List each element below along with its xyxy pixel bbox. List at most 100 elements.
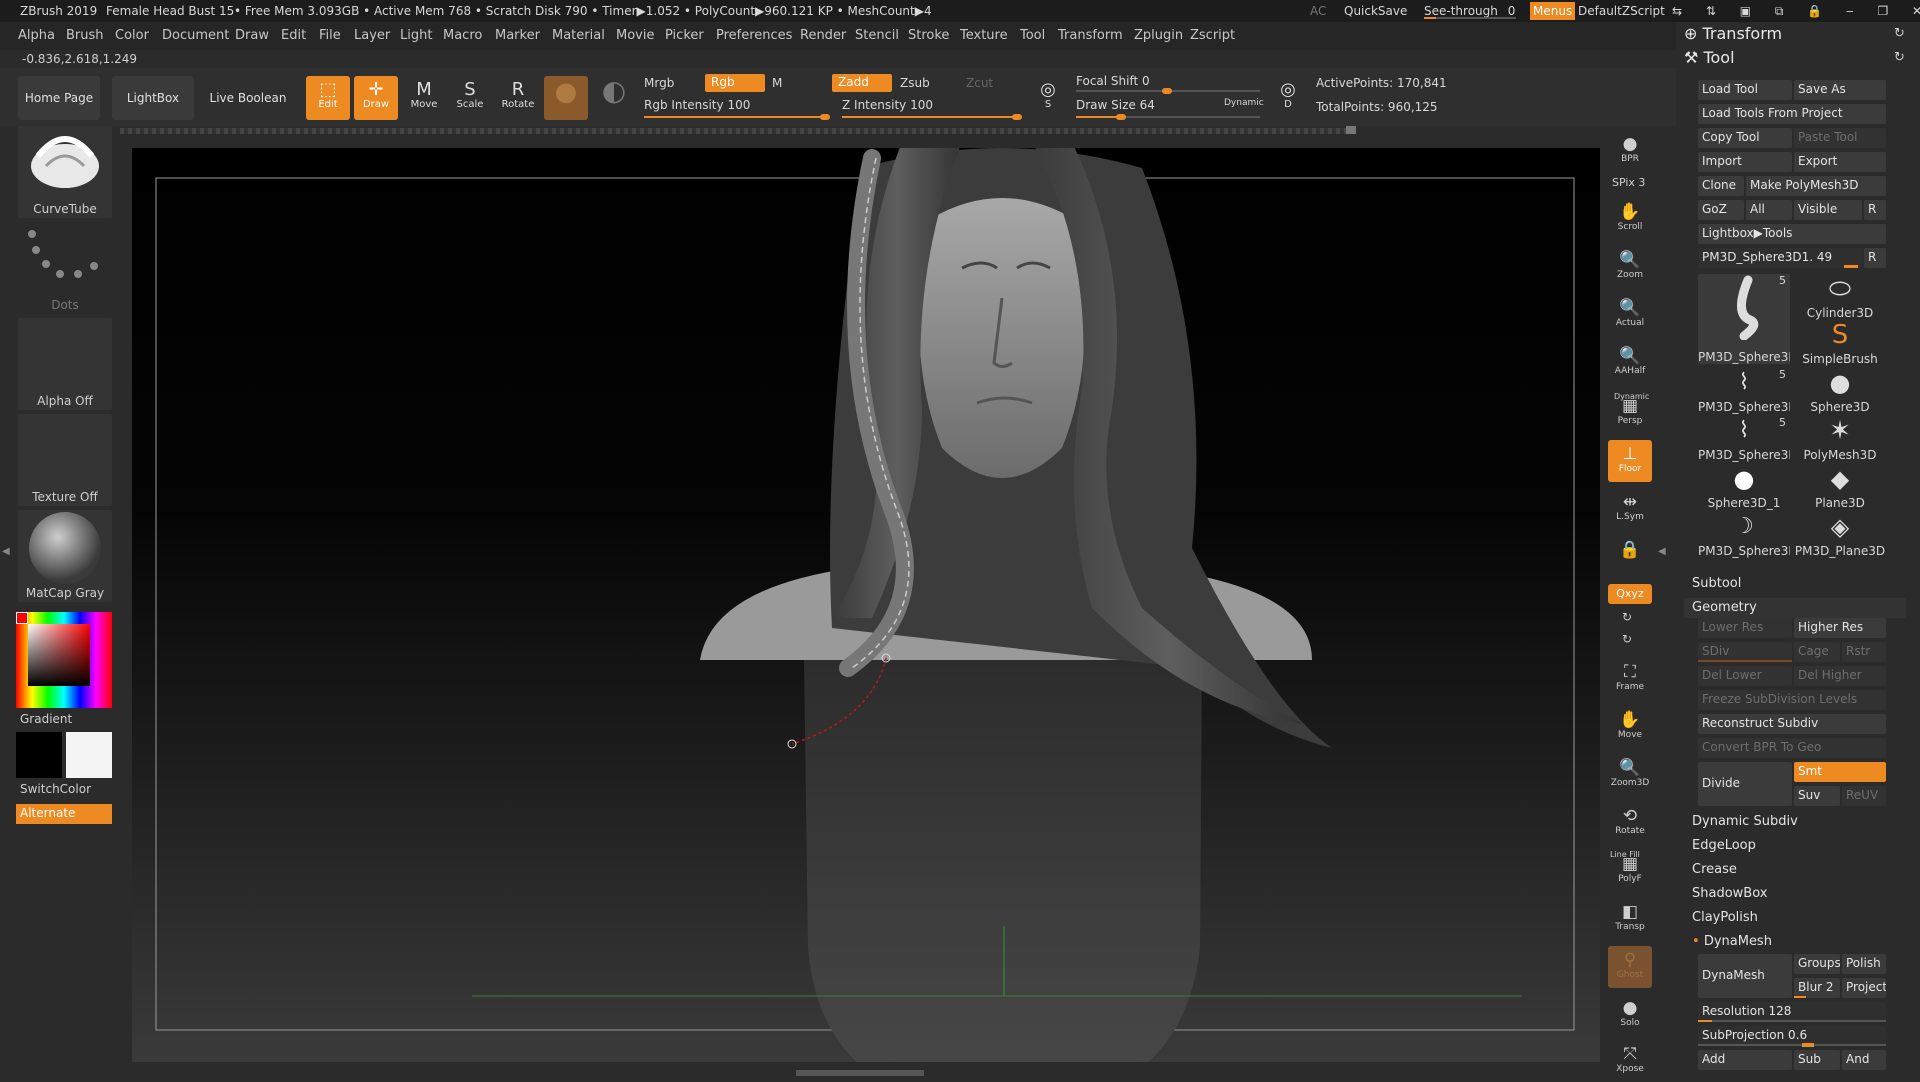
del-higher-button[interactable]: Del Higher [1794, 666, 1886, 686]
gradient-label[interactable]: Gradient [20, 712, 72, 726]
reuv-toggle[interactable]: ReUV [1842, 786, 1886, 806]
scale-mode-button[interactable]: S Scale [448, 76, 492, 120]
tool-thumb-sphere3d-1[interactable]: ● Sphere3D_1 [1698, 464, 1790, 510]
claypolish-section[interactable]: ClayPolish [1684, 908, 1906, 928]
move-view-button[interactable]: ✋ Move [1608, 706, 1652, 748]
copy-tool-button[interactable]: Copy Tool [1698, 128, 1792, 148]
right-shelf-collapse-arrow[interactable]: ◀ [1658, 546, 1666, 557]
project-toggle[interactable]: Project [1842, 978, 1886, 998]
tool-thumb-pm3d-sphere3d-1[interactable]: 5 PM3D_Sphere3D [1698, 274, 1790, 364]
tool-thumb-cylinder3d[interactable]: ⬭ Cylinder3D [1794, 274, 1886, 320]
left-shelf-collapse-arrow[interactable]: ◀ [2, 546, 10, 557]
dynamesh-section[interactable]: • DynaMesh [1684, 932, 1906, 952]
export-button[interactable]: Export [1794, 152, 1886, 172]
dynamesh-and-button[interactable]: And [1842, 1050, 1886, 1070]
tool-thumb-polymesh3d[interactable]: ✶ PolyMesh3D [1794, 416, 1886, 462]
default-zscript[interactable]: DefaultZScript [1578, 4, 1665, 18]
goz-button[interactable]: GoZ [1698, 200, 1744, 220]
document-canvas[interactable] [132, 142, 1600, 1082]
menu-transform[interactable]: Transform [1058, 28, 1123, 43]
floor-button[interactable]: ⊥ Floor [1608, 440, 1652, 482]
home-page-button[interactable]: Home Page [18, 76, 100, 120]
zadd-toggle[interactable]: Zadd [832, 74, 892, 92]
brush-thumbnail[interactable]: CurveTube [18, 126, 112, 218]
smt-toggle[interactable]: Smt [1794, 762, 1886, 782]
aahalf-button[interactable]: 🔍 AAHalf [1608, 342, 1652, 384]
lazy-mouse-s-button[interactable]: ◎ S [1030, 76, 1066, 120]
geometry-section[interactable]: Geometry [1684, 598, 1906, 618]
load-tools-from-project-button[interactable]: Load Tools From Project [1698, 104, 1886, 124]
resolution-slider[interactable]: Resolution 128 [1698, 1002, 1886, 1022]
dynamesh-button[interactable]: DynaMesh [1698, 954, 1792, 998]
shadowbox-section[interactable]: ShadowBox [1684, 884, 1906, 904]
menu-zscript[interactable]: Zscript [1190, 28, 1235, 43]
lsym-button[interactable]: ⇹ L.Sym [1608, 488, 1652, 530]
secondary-color-swatch[interactable] [66, 732, 112, 778]
del-lower-button[interactable]: Del Lower [1698, 666, 1792, 686]
tool-thumb-pm3d-sphere3d-4[interactable]: ☽ PM3D_Sphere3D [1698, 512, 1790, 558]
subprojection-slider[interactable]: SubProjection 0.6 [1698, 1026, 1886, 1046]
menu-edit[interactable]: Edit [281, 28, 306, 43]
menu-zplugin[interactable]: Zplugin [1134, 28, 1183, 43]
menu-render[interactable]: Render [800, 28, 846, 43]
sdiv-slider[interactable]: SDiv [1698, 642, 1792, 662]
zsub-toggle[interactable]: Zsub [900, 76, 930, 90]
live-boolean-button[interactable]: Live Boolean [206, 76, 290, 120]
menu-macro[interactable]: Macro [443, 28, 482, 43]
rotate-view-button[interactable]: ⟲ Rotate [1608, 802, 1652, 844]
reconstruct-subdiv-button[interactable]: Reconstruct Subdiv [1698, 714, 1886, 734]
primary-color-swatch[interactable] [16, 732, 62, 778]
rstr-button[interactable]: Rstr [1842, 642, 1886, 662]
tool-thumb-simplebrush[interactable]: S SimpleBrush [1794, 320, 1886, 366]
lower-res-button[interactable]: Lower Res [1698, 618, 1792, 638]
goz-visible-button[interactable]: Visible [1794, 200, 1862, 220]
lightbox-button[interactable]: LightBox [112, 76, 194, 120]
rotate-axis-icon[interactable]: ↻ [1622, 610, 1632, 624]
draw-size-slider[interactable]: Draw Size 64 [1076, 98, 1155, 112]
rgb-toggle[interactable]: Rgb [705, 74, 765, 92]
transp-button[interactable]: ◧ Transp [1608, 898, 1652, 940]
menu-movie[interactable]: Movie [616, 28, 654, 43]
menu-picker[interactable]: Picker [665, 28, 704, 43]
crease-section[interactable]: Crease [1684, 860, 1906, 880]
z-intensity-track[interactable] [842, 114, 1022, 120]
menu-draw[interactable]: Draw [235, 28, 269, 43]
tool-refresh-icon[interactable]: ↻ [1894, 50, 1905, 65]
menu-texture[interactable]: Texture [960, 28, 1008, 43]
current-tool-r-button[interactable]: R [1864, 248, 1886, 268]
frame-button[interactable]: ⛶ Frame [1608, 658, 1652, 700]
texture-thumbnail[interactable]: Texture Off [18, 414, 112, 506]
focal-shift-track[interactable] [1076, 88, 1260, 94]
menu-color[interactable]: Color [115, 28, 149, 43]
freeze-subdiv-button[interactable]: Freeze SubDivision Levels [1698, 690, 1886, 710]
move-mode-button[interactable]: M Move [402, 76, 446, 120]
zoom-button[interactable]: 🔍 Zoom [1608, 246, 1652, 288]
higher-res-button[interactable]: Higher Res [1794, 618, 1886, 638]
focal-shift-slider[interactable]: Focal Shift 0 [1076, 74, 1150, 88]
tool-thumb-pm3d-plane3d[interactable]: ◈ PM3D_Plane3D [1794, 512, 1886, 558]
alpha-thumbnail[interactable]: Alpha Off [18, 318, 112, 410]
ghost-button[interactable]: ⚲ Ghost [1608, 946, 1652, 988]
edit-mode-button[interactable]: ⬚ Edit [306, 76, 350, 120]
menu-light[interactable]: Light [400, 28, 432, 43]
quicksave-button[interactable]: QuickSave [1344, 4, 1407, 18]
load-tool-button[interactable]: Load Tool [1698, 80, 1792, 100]
menu-marker[interactable]: Marker [495, 28, 540, 43]
goz-all-button[interactable]: All [1746, 200, 1792, 220]
draw-size-track[interactable] [1076, 114, 1260, 120]
import-button[interactable]: Import [1698, 152, 1792, 172]
zcut-toggle[interactable]: Zcut [966, 76, 993, 90]
dynamesh-sub-button[interactable]: Sub [1794, 1050, 1840, 1070]
cage-button[interactable]: Cage [1794, 642, 1840, 662]
suv-toggle[interactable]: Suv [1794, 786, 1840, 806]
spix-slider[interactable]: SPix 3 [1612, 176, 1645, 189]
actual-button[interactable]: 🔍 Actual [1608, 294, 1652, 336]
tool-thumb-sphere3d[interactable]: ● Sphere3D [1794, 368, 1886, 414]
scroll-button[interactable]: ✋ Scroll [1608, 198, 1652, 240]
current-tool-slider[interactable]: PM3D_Sphere3D1. 49 [1698, 248, 1862, 268]
palette-refresh-icon[interactable]: ↻ [1894, 26, 1905, 41]
solo-button[interactable]: ● Solo [1608, 994, 1652, 1036]
tool-palette-header[interactable]: ⚒ Tool [1684, 48, 1735, 67]
dynamesh-add-button[interactable]: Add [1698, 1050, 1792, 1070]
make-polymesh3d-button[interactable]: Make PolyMesh3D [1746, 176, 1886, 196]
